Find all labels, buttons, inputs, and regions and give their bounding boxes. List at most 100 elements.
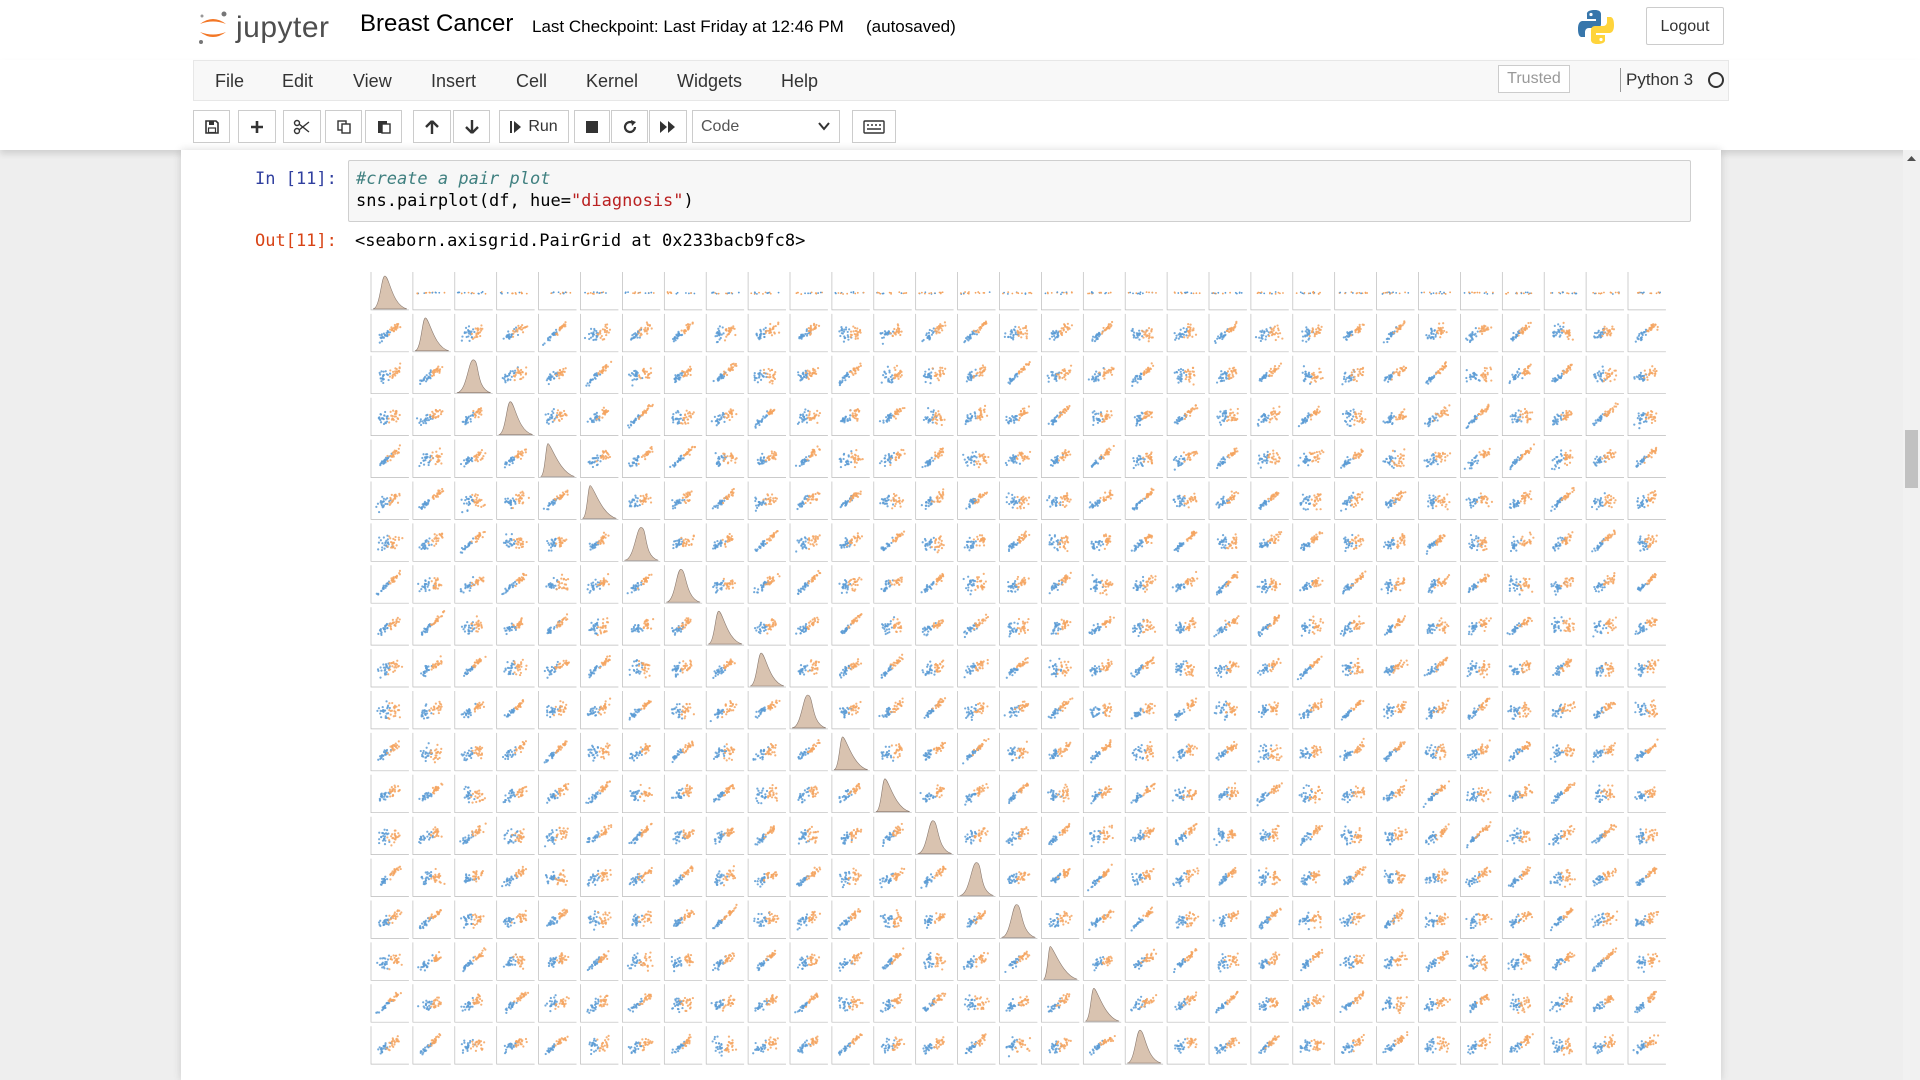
notebook-title[interactable]: Breast Cancer [360,10,513,38]
pairplot-cell [706,272,744,310]
pairplot-cell [1586,523,1624,561]
pairplot-cell [539,775,577,813]
trusted-indicator[interactable]: Trusted [1498,65,1570,93]
vertical-scrollbar[interactable] [1903,150,1920,1080]
pairplot-cell [874,398,912,436]
pairplot-cell [1544,356,1582,394]
cut-button[interactable] [283,110,321,143]
pairplot-cell [1209,398,1247,436]
menu-cell[interactable]: Cell [516,71,547,92]
pairplot-cell [958,272,996,310]
pairplot-cell [413,901,451,939]
pairplot-cell [581,314,619,352]
move-down-button[interactable] [453,110,490,143]
pairplot-cell [1377,733,1415,771]
pairplot-cell [1502,314,1540,352]
pairplot-cell [1460,398,1498,436]
pairplot-cell [1125,649,1163,687]
pairplot-cell [1125,1026,1163,1064]
pairplot-cell [874,607,912,645]
command-palette-button[interactable] [852,110,896,143]
pairplot-cell [622,398,660,436]
pairplot-cell [1419,817,1457,855]
restart-run-all-button[interactable] [649,110,687,143]
kernel-name[interactable]: Python 3 [1626,70,1693,90]
pairplot-cell [1377,817,1415,855]
pairplot-cell [1628,607,1666,645]
pairplot-cell [874,775,912,813]
pairplot-cell [748,565,786,603]
copy-button[interactable] [325,110,362,143]
pairplot-cell [539,733,577,771]
save-button[interactable] [193,110,230,143]
pairplot-cell [497,984,535,1022]
pairplot-cell [1335,1026,1373,1064]
pairplot-cell [1335,440,1373,478]
pairplot-cell [958,817,996,855]
pairplot-cell [1502,984,1540,1022]
pairplot-cell [1167,942,1205,980]
pairplot-cell [664,314,702,352]
scrollbar-thumb[interactable] [1905,430,1918,488]
arrow-up-icon [424,119,440,135]
pairplot-cell [1125,817,1163,855]
pairplot-cell [706,565,744,603]
restart-icon [622,119,638,135]
pairplot-cell [1041,565,1079,603]
pairplot-cell [664,398,702,436]
plus-icon [249,119,265,135]
pairplot-cell [1419,440,1457,478]
pairplot-cell [1209,440,1247,478]
pairplot-cell [1293,942,1331,980]
pairplot-cell [1544,859,1582,897]
pairplot-cell [874,356,912,394]
menu-kernel[interactable]: Kernel [586,71,638,92]
pairplot-cell [1293,523,1331,561]
menu-insert[interactable]: Insert [431,71,476,92]
pairplot-cell [958,942,996,980]
pairplot-cell [1628,775,1666,813]
pairplot-cell [497,649,535,687]
jupyter-logo[interactable]: jupyter [196,8,330,48]
menu-file[interactable]: File [215,71,244,92]
pairplot-cell [748,523,786,561]
pairplot-cell [748,1026,786,1064]
pairplot-cell [1167,482,1205,520]
insert-cell-button[interactable] [238,110,276,143]
move-up-button[interactable] [413,110,451,143]
run-button[interactable]: Run [499,110,569,143]
pairplot-cell [581,817,619,855]
pairplot-cell [1335,984,1373,1022]
pairplot-cell [1209,775,1247,813]
pairplot-cell [539,984,577,1022]
restart-button[interactable] [611,110,648,143]
pairplot-cell [413,356,451,394]
pairplot-cell [1083,440,1121,478]
pairplot-cell [1586,691,1624,729]
logout-button[interactable]: Logout [1646,7,1724,45]
pairplot-cell [455,901,493,939]
code-cell-editor[interactable]: #create a pair plot sns.pairplot(df, hue… [348,160,1691,222]
pairplot-cell [1377,440,1415,478]
pairplot-cell [1419,733,1457,771]
scroll-up-icon[interactable] [1903,150,1920,166]
menu-edit[interactable]: Edit [282,71,313,92]
menu-widgets[interactable]: Widgets [677,71,742,92]
menu-help[interactable]: Help [781,71,818,92]
menu-view[interactable]: View [353,71,392,92]
pairplot-cell [1335,523,1373,561]
interrupt-button[interactable] [574,110,610,143]
pairplot-cell [1628,859,1666,897]
pairplot-cell [1293,440,1331,478]
pairplot-cell [1125,272,1163,310]
paste-button[interactable] [365,110,402,143]
pairplot-cell [1628,1026,1666,1064]
cell-type-select[interactable]: Code [692,110,840,143]
pairplot-cell [958,482,996,520]
pairplot-cell [1502,565,1540,603]
code-string: "diagnosis" [571,191,684,211]
pairplot-cell [539,649,577,687]
pairplot-cell [1586,984,1624,1022]
pairplot-cell [1167,817,1205,855]
pairplot-cell [1502,482,1540,520]
